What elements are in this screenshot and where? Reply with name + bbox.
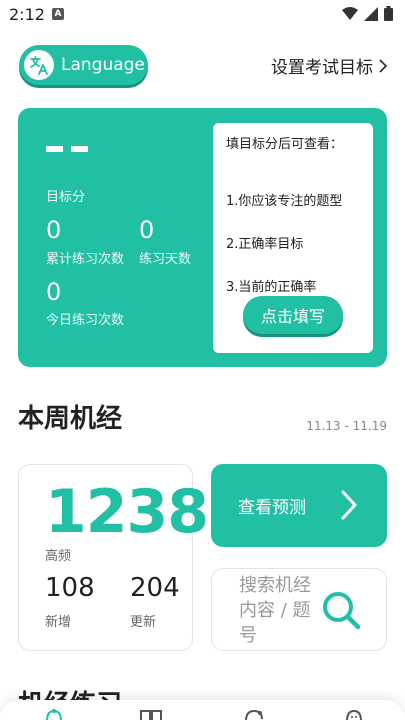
fill-target-button[interactable]: 点击填写	[243, 296, 343, 334]
practice-days-label: 练习天数	[139, 252, 192, 267]
info-line-3: 3.当前的正确率	[226, 280, 317, 295]
status-bar: 2:12 A	[0, 0, 405, 30]
language-label: Language	[61, 55, 145, 75]
high-frequency-label: 高频	[45, 549, 72, 564]
home-tab-icon[interactable]	[44, 709, 64, 720]
updated-label: 更新	[130, 615, 157, 630]
section-title: 本周机经	[18, 404, 123, 434]
search-input[interactable]: 搜索机经内容 / 题号	[211, 568, 387, 651]
search-placeholder: 搜索机经内容 / 题号	[239, 575, 311, 646]
status-time: 2:12	[9, 5, 45, 24]
target-info-card: 填目标分后可查看： 1.你应该专注的题型 2.正确率目标 3.当前的正确率 点击…	[213, 123, 373, 353]
target-score-placeholder	[46, 146, 88, 152]
high-frequency-count: 1238	[45, 477, 209, 547]
score-summary-card: 目标分 0 累计练习次数 0 练习天数 0 今日练习次数 填目标分后可查看： 1…	[18, 108, 387, 367]
set-target-link[interactable]: 设置考试目标	[271, 53, 387, 78]
language-button[interactable]: Language	[19, 45, 148, 85]
target-score-label: 目标分	[46, 190, 86, 205]
wifi-icon	[342, 6, 358, 20]
signal-icon	[364, 6, 378, 21]
weekly-stats-card[interactable]: 1238 高频 108 新增 204 更新	[18, 464, 209, 651]
message-tab-icon[interactable]	[243, 709, 265, 720]
total-practice-value: 0	[46, 216, 62, 244]
practice-days-value: 0	[139, 216, 155, 244]
updated-count: 204	[130, 573, 180, 603]
status-icons	[342, 6, 393, 21]
info-heading: 填目标分后可查看：	[226, 137, 344, 152]
profile-tab-icon[interactable]	[344, 709, 364, 720]
book-tab-icon[interactable]	[139, 709, 163, 720]
bottom-navigation	[0, 700, 405, 720]
new-label: 新增	[45, 615, 72, 630]
today-practice-value: 0	[46, 278, 62, 306]
info-line-1: 1.你应该专注的题型	[226, 194, 343, 209]
set-target-label: 设置考试目标	[271, 58, 373, 78]
info-line-2: 2.正确率目标	[226, 237, 304, 252]
new-count: 108	[45, 573, 95, 603]
chevron-right-icon	[379, 58, 387, 73]
notification-icon: A	[52, 8, 64, 20]
translate-icon	[24, 50, 54, 80]
today-practice-label: 今日练习次数	[46, 313, 125, 328]
date-range: 11.13 - 11.19	[306, 419, 387, 433]
search-icon	[323, 592, 361, 630]
chevron-right-icon	[341, 490, 357, 520]
battery-icon	[384, 6, 393, 21]
view-prediction-label: 查看预测	[238, 498, 306, 518]
total-practice-label: 累计练习次数	[46, 252, 125, 267]
view-prediction-button[interactable]: 查看预测	[211, 464, 387, 547]
